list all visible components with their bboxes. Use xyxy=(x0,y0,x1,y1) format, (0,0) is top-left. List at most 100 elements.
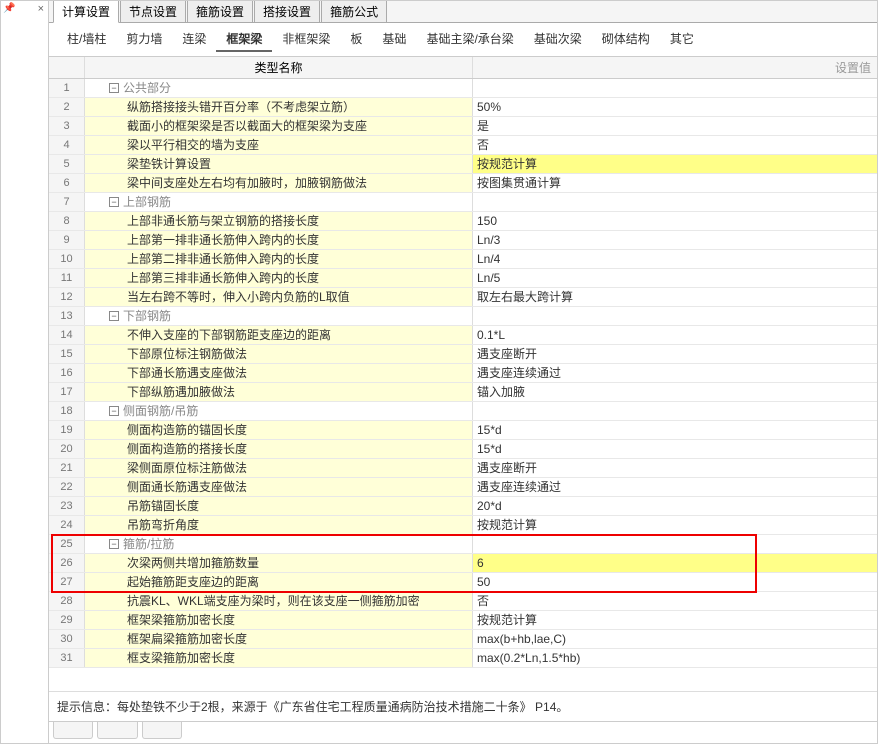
sub-tab[interactable]: 柱/墙柱 xyxy=(57,27,116,52)
sub-tab[interactable]: 砌体结构 xyxy=(592,27,660,52)
row-value[interactable]: Ln/4 xyxy=(473,250,877,268)
sub-tab[interactable]: 剪力墙 xyxy=(116,27,172,52)
row-label: 当左右跨不等时，伸入小跨内负筋的L取值 xyxy=(85,288,473,306)
top-tab[interactable]: 节点设置 xyxy=(120,1,186,22)
setting-row[interactable]: 17下部纵筋遇加腋做法锚入加腋 xyxy=(49,383,877,402)
bottom-tab[interactable] xyxy=(142,722,182,739)
row-value[interactable]: Ln/3 xyxy=(473,231,877,249)
row-number: 3 xyxy=(49,117,85,135)
row-label-text: 下部通长筋遇支座做法 xyxy=(127,366,247,380)
row-label: 吊筋弯折角度 xyxy=(85,516,473,534)
row-value[interactable]: 150 xyxy=(473,212,877,230)
sub-tab[interactable]: 基础次梁 xyxy=(524,27,592,52)
setting-row[interactable]: 2纵筋搭接接头错开百分率（不考虑架立筋）50% xyxy=(49,98,877,117)
row-value[interactable]: Ln/5 xyxy=(473,269,877,287)
row-value[interactable]: max(0.2*Ln,1.5*hb) xyxy=(473,649,877,667)
setting-row[interactable]: 27起始箍筋距支座边的距离50 xyxy=(49,573,877,592)
row-value[interactable]: 按规范计算 xyxy=(473,516,877,534)
setting-row[interactable]: 26次梁两侧共增加箍筋数量6 xyxy=(49,554,877,573)
row-value[interactable]: 50% xyxy=(473,98,877,116)
row-value[interactable]: 20*d xyxy=(473,497,877,515)
app-window: 📌 × 计算设置节点设置箍筋设置搭接设置箍筋公式 柱/墙柱剪力墙连梁框架梁非框架… xyxy=(0,0,878,744)
sub-tab[interactable]: 基础 xyxy=(372,27,416,52)
row-label-text: 截面小的框架梁是否以截面大的框架梁为支座 xyxy=(127,119,367,133)
row-value[interactable]: 遇支座断开 xyxy=(473,345,877,363)
row-value xyxy=(473,307,877,325)
setting-row[interactable]: 15下部原位标注钢筋做法遇支座断开 xyxy=(49,345,877,364)
collapse-icon[interactable]: − xyxy=(109,197,119,207)
row-value[interactable]: 0.1*L xyxy=(473,326,877,344)
group-row[interactable]: 25−箍筋/拉筋 xyxy=(49,535,877,554)
row-number: 30 xyxy=(49,630,85,648)
group-row[interactable]: 13−下部钢筋 xyxy=(49,307,877,326)
setting-row[interactable]: 8上部非通长筋与架立钢筋的搭接长度150 xyxy=(49,212,877,231)
sub-tab-strip: 柱/墙柱剪力墙连梁框架梁非框架梁板基础基础主梁/承台梁基础次梁砌体结构其它 xyxy=(49,23,877,57)
row-label: 吊筋锚固长度 xyxy=(85,497,473,515)
grid-rows: 1−公共部分2纵筋搭接接头错开百分率（不考虑架立筋）50%3 截面小的框架梁是否以… xyxy=(49,79,877,668)
setting-row[interactable]: 23吊筋锚固长度20*d xyxy=(49,497,877,516)
row-value[interactable]: max(b+hb,lae,C) xyxy=(473,630,877,648)
top-tab[interactable]: 箍筋公式 xyxy=(321,1,387,22)
row-value[interactable]: 取左右最大跨计算 xyxy=(473,288,877,306)
sub-tab[interactable]: 非框架梁 xyxy=(272,27,340,52)
pin-icon[interactable]: 📌 xyxy=(3,3,15,14)
row-value[interactable]: 遇支座连续通过 xyxy=(473,364,877,382)
setting-row[interactable]: 11上部第三排非通长筋伸入跨内的长度Ln/5 xyxy=(49,269,877,288)
row-value[interactable]: 按图集贯通计算 xyxy=(473,174,877,192)
row-value[interactable]: 15*d xyxy=(473,421,877,439)
setting-row[interactable]: 24吊筋弯折角度按规范计算 xyxy=(49,516,877,535)
sub-tab[interactable]: 框架梁 xyxy=(216,27,272,52)
setting-row[interactable]: 30框架扁梁箍筋加密长度max(b+hb,lae,C) xyxy=(49,630,877,649)
group-row[interactable]: 1−公共部分 xyxy=(49,79,877,98)
setting-row[interactable]: 29框架梁箍筋加密长度按规范计算 xyxy=(49,611,877,630)
sub-tab[interactable]: 板 xyxy=(340,27,372,52)
row-value[interactable]: 6 xyxy=(473,554,877,572)
collapse-icon[interactable]: − xyxy=(109,539,119,549)
top-tab[interactable]: 箍筋设置 xyxy=(187,1,253,22)
setting-row[interactable]: 12当左右跨不等时，伸入小跨内负筋的L取值取左右最大跨计算 xyxy=(49,288,877,307)
setting-row[interactable]: 31框支梁箍筋加密长度max(0.2*Ln,1.5*hb) xyxy=(49,649,877,668)
setting-row[interactable]: 10上部第二排非通长筋伸入跨内的长度Ln/4 xyxy=(49,250,877,269)
row-number: 14 xyxy=(49,326,85,344)
row-value[interactable]: 否 xyxy=(473,592,877,610)
collapse-icon[interactable]: − xyxy=(109,406,119,416)
sub-tab[interactable]: 其它 xyxy=(660,27,704,52)
row-value[interactable]: 按规范计算 xyxy=(473,611,877,629)
group-row[interactable]: 18−侧面钢筋/吊筋 xyxy=(49,402,877,421)
setting-row[interactable]: 14不伸入支座的下部钢筋距支座边的距离0.1*L xyxy=(49,326,877,345)
setting-row[interactable]: 5梁垫铁计算设置按规范计算 xyxy=(49,155,877,174)
top-tab[interactable]: 搭接设置 xyxy=(254,1,320,22)
setting-row[interactable]: 3 截面小的框架梁是否以截面大的框架梁为支座 是 xyxy=(49,117,877,136)
row-label-text: 侧面构造筋的搭接长度 xyxy=(127,442,247,456)
setting-row[interactable]: 16下部通长筋遇支座做法遇支座连续通过 xyxy=(49,364,877,383)
top-tab[interactable]: 计算设置 xyxy=(53,1,119,23)
sub-tab[interactable]: 连梁 xyxy=(172,27,216,52)
row-value[interactable]: 锚入加腋 xyxy=(473,383,877,401)
sub-tab[interactable]: 基础主梁/承台梁 xyxy=(416,27,523,52)
row-label-text: 抗震KL、WKL端支座为梁时，则在该支座一侧箍筋加密 xyxy=(127,594,420,608)
row-label: 框架梁箍筋加密长度 xyxy=(85,611,473,629)
bottom-tab[interactable] xyxy=(97,722,137,739)
row-value[interactable]: 50 xyxy=(473,573,877,591)
collapse-icon[interactable]: − xyxy=(109,83,119,93)
setting-row[interactable]: 9上部第一排非通长筋伸入跨内的长度Ln/3 xyxy=(49,231,877,250)
row-value[interactable]: 否 xyxy=(473,136,877,154)
close-icon[interactable]: × xyxy=(38,3,44,15)
setting-row[interactable]: 22侧面通长筋遇支座做法遇支座连续通过 xyxy=(49,478,877,497)
setting-row[interactable]: 28抗震KL、WKL端支座为梁时，则在该支座一侧箍筋加密否 xyxy=(49,592,877,611)
row-value[interactable]: 按规范计算 xyxy=(473,155,877,173)
collapse-icon[interactable]: − xyxy=(109,311,119,321)
row-value[interactable]: 15*d xyxy=(473,440,877,458)
row-number: 6 xyxy=(49,174,85,192)
row-value[interactable]: 遇支座断开 xyxy=(473,459,877,477)
bottom-tab[interactable] xyxy=(53,722,93,739)
group-row[interactable]: 7−上部钢筋 xyxy=(49,193,877,212)
setting-row[interactable]: 19侧面构造筋的锚固长度15*d xyxy=(49,421,877,440)
setting-row[interactable]: 4梁以平行相交的墙为支座否 xyxy=(49,136,877,155)
header-name: 类型名称 xyxy=(85,57,473,78)
setting-row[interactable]: 20侧面构造筋的搭接长度15*d xyxy=(49,440,877,459)
setting-row[interactable]: 21梁侧面原位标注筋做法遇支座断开 xyxy=(49,459,877,478)
setting-row[interactable]: 6梁中间支座处左右均有加腋时，加腋钢筋做法按图集贯通计算 xyxy=(49,174,877,193)
row-value[interactable]: 是 xyxy=(473,117,877,135)
row-value[interactable]: 遇支座连续通过 xyxy=(473,478,877,496)
